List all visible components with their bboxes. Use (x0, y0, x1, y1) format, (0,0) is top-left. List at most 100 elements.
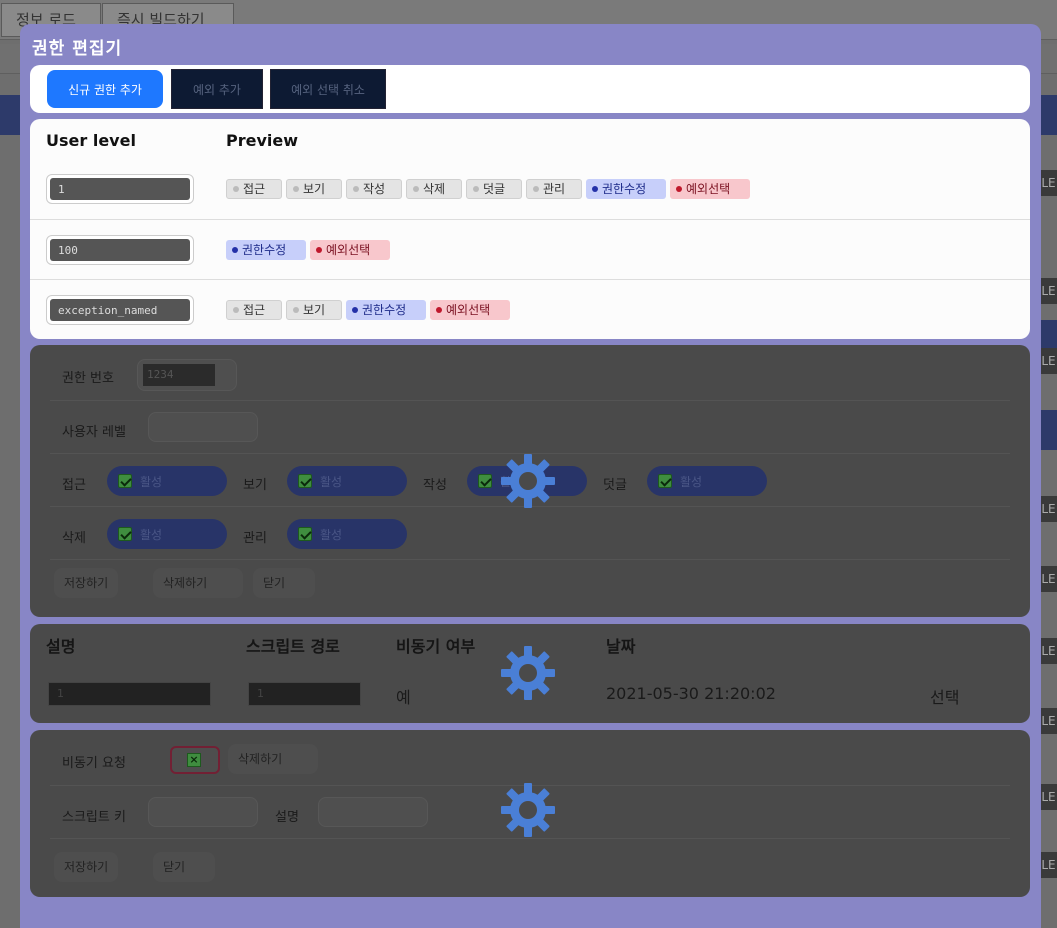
dot-icon (473, 186, 479, 192)
background-side-button[interactable]: LE (1040, 566, 1057, 592)
permission-chip: 덧글 (466, 179, 522, 199)
delete-toggle[interactable]: 활성 (107, 519, 227, 549)
permission-chip-label: 작성 (363, 182, 386, 196)
permission-edit-form: 권한 번호 1234 사용자 레벨 접근 활성 보기 활성 작성 활성 덧글 활… (30, 345, 1030, 617)
script-key-input[interactable] (148, 797, 258, 827)
async-desc-input[interactable] (318, 797, 428, 827)
dot-icon (293, 307, 299, 313)
permission-preview: 접근 보기 작성 삭제 덧글 관리 권한수정 예외선택 (226, 179, 750, 199)
dot-icon (533, 186, 539, 192)
save-button[interactable]: 저장하기 (54, 568, 119, 598)
permission-chip-label: 예외선택 (326, 243, 371, 257)
toggle-label: 활성 (140, 527, 163, 542)
loading-spinner-icon (501, 646, 555, 700)
background-side-button[interactable]: LE (1040, 348, 1057, 374)
dot-icon (233, 186, 239, 192)
permission-chip: 접근 (226, 179, 282, 199)
permission-chip: 권한수정 (586, 179, 666, 199)
async-save-button[interactable]: 저장하기 (54, 852, 119, 882)
permission-chip-label: 권한수정 (362, 303, 407, 317)
user-level-row[interactable]: 접근 보기 작성 삭제 덧글 관리 권한수정 예외선택 (30, 159, 1030, 219)
background-side-button[interactable]: LE (1040, 708, 1057, 734)
async-delete-button[interactable]: 삭제하기 (228, 744, 318, 774)
perm-no-input[interactable]: 1234 (143, 364, 215, 386)
permission-toggle-row: 삭제 활성 관리 활성 (50, 507, 1010, 560)
permission-chip-label: 권한수정 (242, 243, 287, 257)
background-side-button[interactable]: LE (1040, 784, 1057, 810)
script-table: 설명 스크립트 경로 비동기 여부 날짜 1 1 예 2021-05-30 21… (30, 624, 1030, 723)
perm-no-field: 1234 (137, 359, 237, 391)
user-level-edit-row: 사용자 레벨 (50, 401, 1010, 454)
dot-icon (353, 186, 359, 192)
user-level-input[interactable] (50, 239, 190, 261)
checkbox-checked-icon (118, 527, 132, 541)
user-level-row[interactable]: 권한수정 예외선택 (30, 219, 1030, 279)
loading-spinner-icon (501, 783, 555, 837)
permission-chip-label: 보기 (303, 303, 326, 317)
checkbox-checked-icon (118, 474, 132, 488)
dot-icon (233, 307, 239, 313)
script-date-value: 2021-05-30 21:20:02 (606, 684, 776, 703)
dot-icon (232, 247, 238, 253)
permission-chip-label: 삭제 (423, 182, 446, 196)
permission-chip-label: 접근 (243, 303, 266, 317)
async-close-button[interactable]: 닫기 (153, 852, 215, 882)
user-level-field (46, 235, 194, 265)
close-button[interactable]: 닫기 (253, 568, 315, 598)
perm-no-row: 권한 번호 1234 (50, 345, 1010, 401)
access-label: 접근 (62, 478, 86, 493)
permission-chip: 예외선택 (310, 240, 390, 260)
toggle-label: 활성 (320, 474, 343, 489)
col-async-header: 비동기 여부 (396, 637, 476, 656)
user-level-input[interactable] (50, 178, 190, 200)
preview-header: Preview (226, 131, 299, 150)
permission-preview: 권한수정 예외선택 (226, 240, 390, 260)
access-toggle[interactable]: 활성 (107, 466, 227, 496)
loading-spinner-icon (501, 454, 555, 508)
user-level-row[interactable]: 접근 보기 권한수정 예외선택 (30, 279, 1030, 339)
script-key-label: 스크립트 키 (62, 810, 126, 825)
checkbox-checked-icon (298, 527, 312, 541)
background-side-button[interactable]: LE (1040, 278, 1057, 304)
modal-title: 권한 편집기 (32, 39, 123, 59)
dot-icon (592, 186, 598, 192)
background-side-button[interactable]: LE (1040, 852, 1057, 878)
permission-chip: 접근 (226, 300, 282, 320)
add-exception-button[interactable]: 예외 추가 (171, 69, 263, 109)
user-level-field (46, 174, 194, 204)
checkbox-checked-icon (478, 474, 492, 488)
script-path-input[interactable]: 1 (248, 682, 361, 706)
col-path-header: 스크립트 경로 (246, 637, 340, 656)
select-button[interactable]: 선택 (930, 684, 959, 708)
dot-icon (316, 247, 322, 253)
permission-chip: 보기 (286, 179, 342, 199)
user-level-edit-input[interactable] (148, 412, 258, 442)
delete-label: 삭제 (62, 531, 86, 546)
permission-chip: 예외선택 (430, 300, 510, 320)
comment-toggle[interactable]: 활성 (647, 466, 767, 496)
background-side-button[interactable]: LE (1040, 496, 1057, 522)
user-level-header: User level (46, 131, 136, 150)
comment-label: 덧글 (603, 478, 627, 493)
permission-chip: 보기 (286, 300, 342, 320)
delete-button[interactable]: 삭제하기 (153, 568, 243, 598)
async-checkbox[interactable]: × (170, 746, 220, 774)
view-toggle[interactable]: 활성 (287, 466, 407, 496)
dot-icon (676, 186, 682, 192)
permission-chip: 관리 (526, 179, 582, 199)
add-permission-button[interactable]: 신규 권한 추가 (47, 70, 163, 108)
permission-chip-label: 덧글 (483, 182, 506, 196)
view-label: 보기 (243, 478, 267, 493)
cancel-exception-button[interactable]: 예외 선택 취소 (270, 69, 386, 109)
background-side-button[interactable]: LE (1040, 170, 1057, 196)
script-async-value: 예 (396, 688, 411, 707)
permission-chip-label: 권한수정 (602, 182, 647, 196)
async-desc-label: 설명 (275, 810, 299, 825)
user-level-input[interactable] (50, 299, 190, 321)
script-desc-input[interactable]: 1 (48, 682, 211, 706)
background-side-button[interactable]: LE (1040, 638, 1057, 664)
dot-icon (436, 307, 442, 313)
dot-icon (293, 186, 299, 192)
async-row: 비동기 요청 × 삭제하기 (50, 730, 1010, 786)
manage-toggle[interactable]: 활성 (287, 519, 407, 549)
